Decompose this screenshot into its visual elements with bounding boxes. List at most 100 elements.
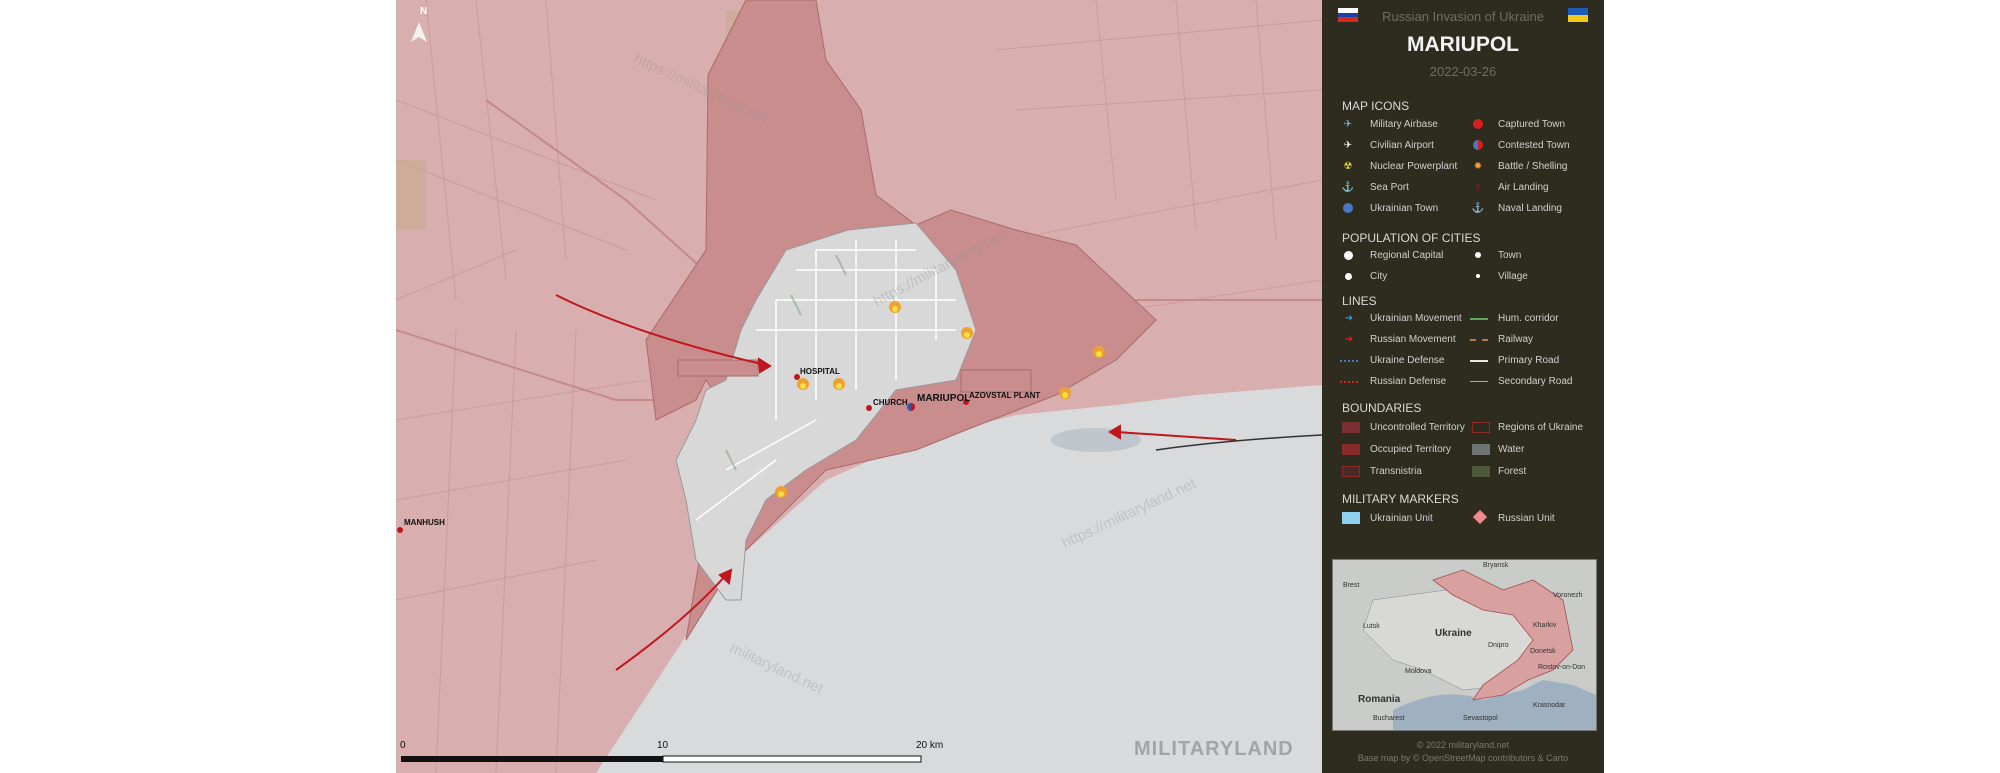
legend-label: Captured Town: [1498, 119, 1566, 130]
ukrainian-town-icon: [1342, 202, 1354, 214]
battle-icon: ✹: [1473, 160, 1483, 172]
legend-label: Contested Town: [1498, 140, 1570, 151]
inset-label: Donetsk: [1530, 648, 1556, 655]
legend-label: Russian Defense: [1370, 376, 1447, 387]
legend-label: Sea Port: [1370, 182, 1409, 193]
regions-swatch: [1472, 422, 1490, 433]
transnistria-swatch: [1342, 466, 1360, 477]
panel-title: MARIUPOL: [1407, 33, 1519, 56]
inset-label: Romania: [1358, 694, 1401, 705]
mariupol-label: MARIUPOL: [917, 393, 971, 404]
manhush-label: MANHUSH: [404, 518, 445, 527]
water-swatch: [1472, 444, 1490, 455]
scale-bar-black: [401, 756, 663, 762]
legend-label: Occupied Territory: [1370, 444, 1451, 455]
lines-heading: LINES: [1342, 294, 1377, 308]
legend-label: Military Airbase: [1370, 119, 1438, 130]
legend-label: Russian Movement: [1370, 334, 1456, 345]
church-label: CHURCH: [873, 398, 908, 407]
legend-label: Uncontrolled Territory: [1370, 422, 1465, 433]
boundaries-heading: BOUNDARIES: [1342, 401, 1422, 415]
regional-capital-icon: [1342, 249, 1354, 261]
railway-icon: [1470, 339, 1488, 341]
scale-label-0: 0: [400, 740, 406, 751]
population-heading: POPULATION OF CITIES: [1342, 231, 1481, 245]
legend-label: Village: [1498, 271, 1528, 282]
airbase-icon: ✈: [1343, 118, 1353, 130]
legend-label: Water: [1498, 444, 1525, 455]
legend-label: Regions of Ukraine: [1498, 422, 1584, 433]
legend-label: Regional Capital: [1370, 250, 1444, 261]
map-view[interactable]: N HOSPITAL CHURCH MARIUPOL AZOVSTAL PLAN…: [396, 0, 1322, 773]
legend-label: Nuclear Powerplant: [1370, 161, 1458, 172]
inset-label: Rostov-on-Don: [1538, 664, 1586, 671]
legend-label: Ukrainian Town: [1370, 203, 1439, 214]
russian-defense-icon: [1340, 381, 1358, 383]
legend-label: Transnistria: [1370, 466, 1422, 477]
attribution: Base map by © OpenStreetMap contributors…: [1357, 753, 1569, 763]
militaryland-brand: MILITARYLAND: [1134, 738, 1294, 760]
legend-label: Naval Landing: [1498, 203, 1562, 214]
inset-label: Voronezh: [1553, 592, 1583, 599]
uncontrolled-swatch: [1342, 422, 1360, 433]
village-icon: [1472, 270, 1484, 282]
military-markers-heading: MILITARY MARKERS: [1342, 492, 1459, 506]
anchor-icon: ⚓: [1341, 181, 1355, 193]
inset-label: Bucharest: [1373, 715, 1405, 722]
map-icons-heading: MAP ICONS: [1342, 99, 1410, 113]
nuclear-icon: ☢: [1343, 160, 1353, 172]
inset-label: Lutsk: [1363, 623, 1380, 630]
airport-icon: ✈: [1343, 139, 1353, 151]
legend-label: Ukraine Defense: [1370, 355, 1445, 366]
legend-label: Town: [1498, 250, 1522, 261]
legend-panel: Russian Invasion of Ukraine MARIUPOL 202…: [1322, 0, 1604, 773]
inset-label: Kharkiv: [1533, 622, 1557, 629]
inset-label: Sevastopol: [1463, 715, 1498, 722]
scale-label-10: 10: [657, 740, 669, 751]
naval-landing-icon: ⚓: [1471, 202, 1485, 214]
manhush-marker: [397, 527, 403, 533]
scale-bar-white: [662, 755, 922, 763]
panel-date: 2022-03-26: [1429, 64, 1497, 79]
inset-label: Moldova: [1405, 668, 1432, 675]
hum-corridor-icon: [1470, 318, 1488, 320]
legend-label: Ukrainian Movement: [1370, 313, 1462, 324]
inset-label: Ukraine: [1435, 628, 1472, 639]
occupied-swatch: [1342, 444, 1360, 455]
captured-town-icon: [1472, 118, 1484, 130]
ukrainian-movement-icon: ➜: [1344, 312, 1354, 324]
north-label: N: [420, 6, 428, 17]
legend-label: Ukrainian Unit: [1370, 513, 1433, 524]
legend-label: Hum. corridor: [1498, 313, 1559, 324]
legend-label: Air Landing: [1498, 182, 1549, 193]
church-marker: [866, 405, 872, 411]
legend-label: Secondary Road: [1498, 376, 1573, 387]
legend-label: City: [1370, 271, 1388, 282]
north-arrow-icon: [411, 22, 427, 42]
ukrainian-unit-icon: [1342, 512, 1360, 524]
city-icon: [1342, 270, 1354, 282]
legend-label: Battle / Shelling: [1498, 161, 1568, 172]
russian-movement-icon: ➜: [1344, 333, 1354, 345]
scale-label-20: 20 km: [916, 740, 944, 751]
primary-road-icon: [1470, 360, 1488, 362]
forest-swatch: [1472, 466, 1490, 477]
contested-town-icon: [1472, 139, 1484, 151]
legend-label: Civilian Airport: [1370, 140, 1434, 151]
inset-label: Brest: [1343, 582, 1360, 589]
ukraine-defense-icon: [1340, 360, 1358, 362]
inset-label: Dnipro: [1488, 642, 1509, 649]
secondary-road-icon: [1470, 381, 1488, 382]
legend-label: Primary Road: [1498, 355, 1560, 366]
town-icon: [1472, 249, 1484, 261]
overview-inset-map: Bryansk Brest Voronezh Lutsk Kharkiv Ukr…: [1332, 559, 1597, 731]
legend-label: Forest: [1498, 466, 1527, 477]
inset-label: Krasnodar: [1533, 702, 1566, 709]
parachute-icon: ♆: [1474, 181, 1482, 193]
panel-subtitle: Russian Invasion of Ukraine: [1382, 9, 1544, 24]
legend-label: Railway: [1498, 334, 1534, 345]
map-canvas: [396, 0, 1322, 773]
russian-unit-icon: [1472, 509, 1488, 525]
azovstal-label: AZOVSTAL PLANT: [969, 391, 1041, 400]
legend-label: Russian Unit: [1498, 513, 1555, 524]
